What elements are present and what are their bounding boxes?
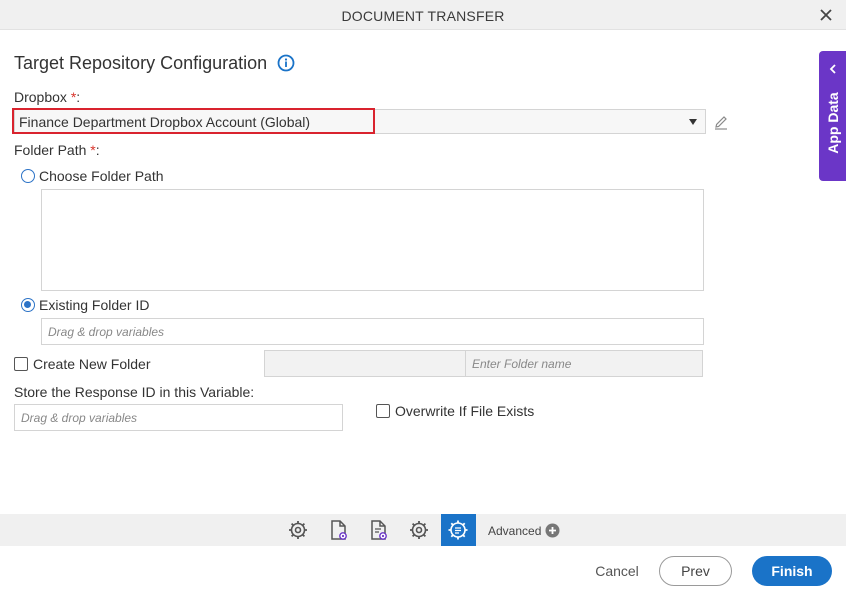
info-icon[interactable]	[277, 54, 295, 72]
document-gear-icon[interactable]	[327, 518, 351, 542]
pencil-icon[interactable]	[713, 114, 729, 130]
dropbox-selected-value: Finance Department Dropbox Account (Glob…	[19, 114, 311, 130]
dialog-title: DOCUMENT TRANSFER	[341, 8, 505, 24]
advanced-settings-icon	[448, 520, 468, 540]
gear-icon[interactable]	[286, 518, 310, 542]
dialog-titlebar: DOCUMENT TRANSFER	[0, 0, 846, 30]
plus-circle-icon[interactable]	[545, 523, 560, 538]
folder-path-label: Folder Path *:	[14, 142, 100, 158]
advanced-settings-button[interactable]	[441, 514, 476, 546]
document-settings-icon[interactable]	[367, 518, 391, 542]
overwrite-label[interactable]: Overwrite If File Exists	[395, 403, 534, 419]
advanced-label[interactable]: Advanced	[488, 524, 541, 538]
choose-folder-path-radio[interactable]	[21, 169, 35, 183]
chevron-left-icon	[829, 64, 836, 74]
finish-button[interactable]: Finish	[752, 556, 832, 586]
settings-icon[interactable]	[407, 518, 431, 542]
folder-name-input: Enter Folder name	[465, 350, 703, 377]
existing-folder-id-label[interactable]: Existing Folder ID	[39, 297, 149, 313]
response-id-label: Store the Response ID in this Variable:	[14, 384, 255, 400]
existing-folder-id-radio[interactable]	[21, 298, 35, 312]
dropbox-select[interactable]: Finance Department Dropbox Account (Glob…	[14, 109, 706, 134]
placeholder: Enter Folder name	[472, 357, 572, 371]
folder-parent-field	[264, 350, 466, 377]
section-title: Target Repository Configuration	[14, 53, 268, 73]
placeholder: Drag & drop variables	[21, 411, 138, 425]
create-new-folder-checkbox[interactable]	[14, 357, 28, 371]
existing-folder-id-input[interactable]: Drag & drop variables	[41, 318, 704, 345]
choose-folder-path-label[interactable]: Choose Folder Path	[39, 168, 164, 184]
placeholder: Drag & drop variables	[48, 325, 165, 339]
folder-path-textarea[interactable]	[41, 189, 704, 291]
app-data-tab[interactable]: App Data	[819, 51, 846, 181]
response-id-input[interactable]: Drag & drop variables	[14, 404, 343, 431]
app-data-label: App Data	[825, 92, 841, 154]
close-icon[interactable]	[818, 7, 834, 23]
overwrite-checkbox[interactable]	[376, 404, 390, 418]
dropdown-caret-icon	[689, 119, 697, 125]
dropbox-label: Dropbox *:	[14, 89, 81, 105]
create-new-folder-label[interactable]: Create New Folder	[33, 356, 151, 372]
cancel-button[interactable]: Cancel	[584, 556, 650, 586]
bottom-toolbar: Advanced	[0, 514, 846, 546]
prev-button[interactable]: Prev	[659, 556, 732, 586]
